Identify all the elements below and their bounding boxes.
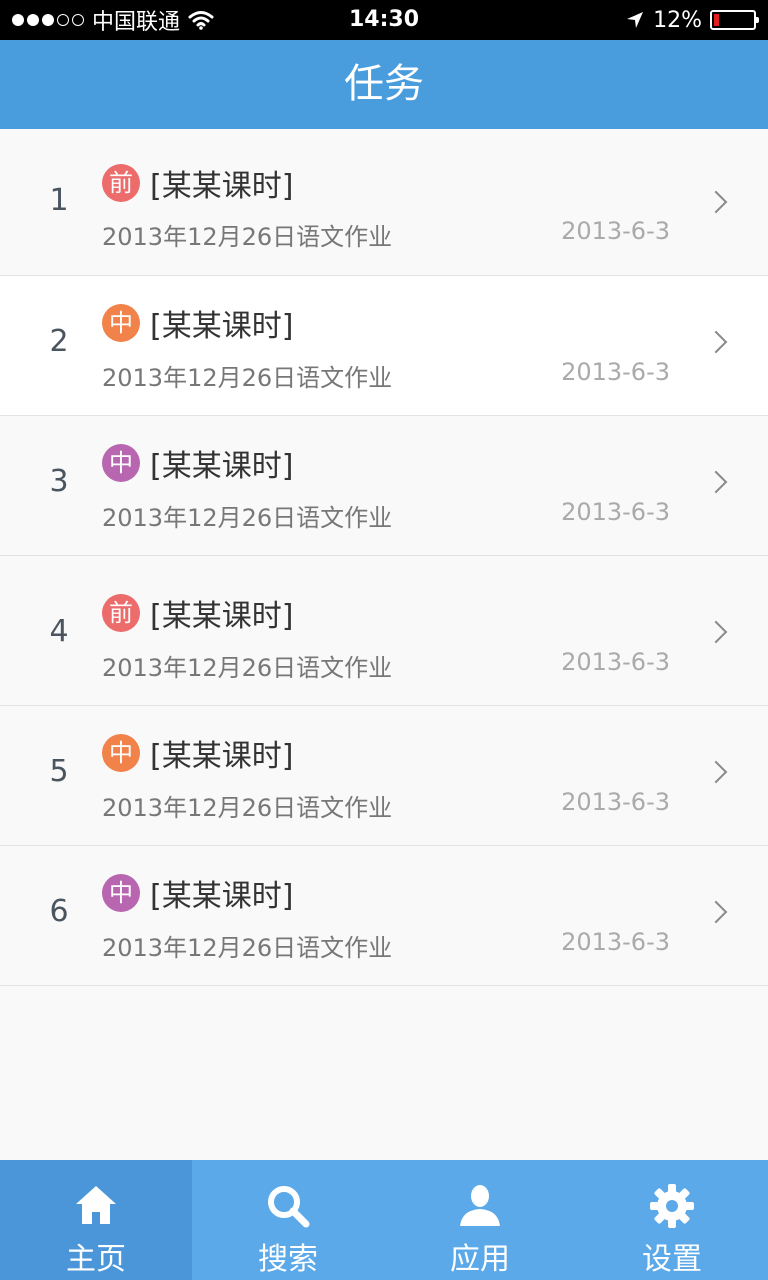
- page-title: 任务: [344, 61, 424, 107]
- tab-home[interactable]: 主页: [0, 1160, 192, 1280]
- home-icon: [76, 1186, 116, 1224]
- nav-bar: 任务: [0, 40, 768, 129]
- task-title: [某某课时]: [150, 879, 294, 914]
- task-title: [某某课时]: [150, 309, 294, 344]
- task-index: 3: [49, 464, 69, 499]
- task-badge: 中: [102, 874, 140, 912]
- chevron-right-icon: [704, 900, 728, 924]
- task-index: 2: [49, 324, 69, 359]
- task-subtitle: 2013年12月26日语文作业: [102, 364, 393, 392]
- task-row-5[interactable]: 5 中 [某某课时] 2013年12月26日语文作业 2013-6-3: [0, 706, 768, 846]
- task-list: 1 前 [某某课时] 2013年12月26日语文作业 2013-6-3 2 中 …: [0, 129, 768, 986]
- tab-label: 主页: [66, 1242, 126, 1277]
- status-bar: 中国联通 14:30 12%: [0, 0, 768, 40]
- status-right: 12%: [625, 0, 759, 40]
- tab-settings[interactable]: 设置: [576, 1160, 768, 1280]
- chevron-right-icon: [704, 190, 728, 214]
- task-index: 6: [49, 894, 69, 929]
- task-title: [某某课时]: [150, 739, 294, 774]
- user-icon: [460, 1185, 500, 1226]
- task-row-4[interactable]: 4 前 [某某课时] 2013年12月26日语文作业 2013-6-3: [0, 556, 768, 706]
- task-badge: 中: [102, 734, 140, 772]
- task-badge: 前: [102, 594, 140, 632]
- task-badge: 中: [102, 304, 140, 342]
- task-index: 5: [49, 754, 69, 789]
- chevron-right-icon: [704, 760, 728, 784]
- chevron-right-icon: [704, 470, 728, 494]
- task-subtitle: 2013年12月26日语文作业: [102, 794, 393, 822]
- location-arrow-icon: [627, 12, 644, 28]
- chevron-right-icon: [704, 330, 728, 354]
- task-subtitle: 2013年12月26日语文作业: [102, 654, 393, 682]
- task-date: 2013-6-3: [561, 788, 670, 816]
- gear-icon: [650, 1184, 694, 1228]
- task-index: 4: [49, 614, 69, 649]
- battery-percent: 12%: [653, 7, 702, 33]
- battery-icon: [710, 10, 759, 30]
- task-row-2[interactable]: 2 中 [某某课时] 2013年12月26日语文作业 2013-6-3: [0, 276, 768, 416]
- task-date: 2013-6-3: [561, 358, 670, 386]
- tab-label: 设置: [642, 1242, 702, 1277]
- task-date: 2013-6-3: [561, 928, 670, 956]
- task-subtitle: 2013年12月26日语文作业: [102, 934, 393, 962]
- task-title: [某某课时]: [150, 599, 294, 634]
- task-title: [某某课时]: [150, 169, 294, 204]
- tab-label: 搜索: [258, 1242, 318, 1277]
- task-row-3[interactable]: 3 中 [某某课时] 2013年12月26日语文作业 2013-6-3: [0, 416, 768, 556]
- task-badge: 中: [102, 444, 140, 482]
- task-date: 2013-6-3: [561, 217, 670, 245]
- chevron-right-icon: [704, 620, 728, 644]
- task-subtitle: 2013年12月26日语文作业: [102, 504, 393, 532]
- search-icon: [268, 1186, 310, 1228]
- tab-apps[interactable]: 应用: [384, 1160, 576, 1280]
- task-index: 1: [49, 183, 69, 218]
- task-subtitle: 2013年12月26日语文作业: [102, 223, 393, 251]
- tab-search[interactable]: 搜索: [192, 1160, 384, 1280]
- task-date: 2013-6-3: [561, 498, 670, 526]
- task-date: 2013-6-3: [561, 648, 670, 676]
- task-row-1[interactable]: 1 前 [某某课时] 2013年12月26日语文作业 2013-6-3: [0, 129, 768, 276]
- task-badge: 前: [102, 164, 140, 202]
- tab-label: 应用: [450, 1242, 510, 1277]
- task-row-6[interactable]: 6 中 [某某课时] 2013年12月26日语文作业 2013-6-3: [0, 846, 768, 986]
- task-title: [某某课时]: [150, 449, 294, 484]
- tab-bar: 主页 搜索 应用 设置: [0, 1160, 768, 1280]
